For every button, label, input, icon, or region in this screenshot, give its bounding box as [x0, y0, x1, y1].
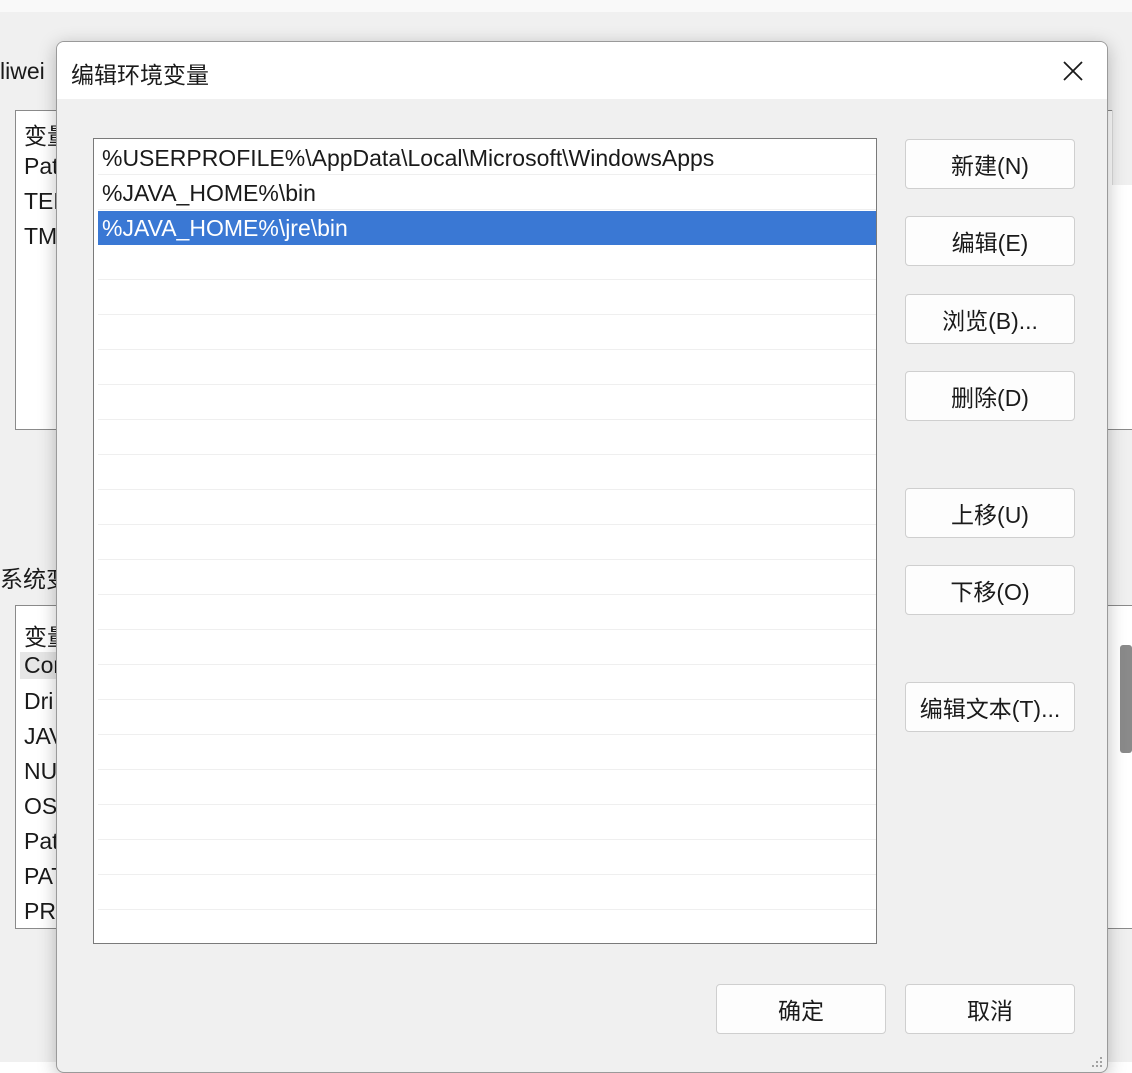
edit-env-variable-dialog: 编辑环境变量 %USERPROFILE%\AppData\Local\Micro…: [56, 41, 1108, 1073]
empty-row[interactable]: [98, 561, 876, 595]
path-list-item-selected[interactable]: %JAVA_HOME%\jre\bin: [98, 211, 876, 245]
new-button[interactable]: 新建(N): [905, 139, 1075, 189]
empty-row[interactable]: [98, 596, 876, 630]
empty-row[interactable]: [98, 876, 876, 910]
list-item[interactable]: Pat: [24, 153, 59, 180]
empty-row[interactable]: [98, 421, 876, 455]
empty-row[interactable]: [98, 911, 876, 943]
empty-row[interactable]: [98, 841, 876, 875]
move-down-button[interactable]: 下移(O): [905, 565, 1075, 615]
edit-button[interactable]: 编辑(E): [905, 216, 1075, 266]
list-item[interactable]: Pat: [24, 828, 59, 855]
sys-list-scrollbar-thumb[interactable]: [1120, 645, 1132, 753]
user-list-scrollbar[interactable]: [1112, 110, 1132, 185]
browse-button[interactable]: 浏览(B)...: [905, 294, 1075, 344]
empty-row[interactable]: [98, 351, 876, 385]
empty-row[interactable]: [98, 281, 876, 315]
empty-row[interactable]: [98, 526, 876, 560]
ok-button[interactable]: 确定: [716, 984, 886, 1034]
empty-row[interactable]: [98, 631, 876, 665]
list-item[interactable]: Dri: [24, 688, 53, 715]
cancel-button[interactable]: 取消: [905, 984, 1075, 1034]
path-list-item[interactable]: %USERPROFILE%\AppData\Local\Microsoft\Wi…: [98, 141, 876, 175]
dialog-title: 编辑环境变量: [71, 62, 209, 88]
empty-row[interactable]: [98, 666, 876, 700]
close-icon: [1063, 61, 1083, 81]
resize-grip-icon[interactable]: [1089, 1054, 1103, 1068]
path-list-item[interactable]: %JAVA_HOME%\bin: [98, 176, 876, 210]
close-button[interactable]: [1047, 48, 1099, 94]
empty-row[interactable]: [98, 246, 876, 280]
move-up-button[interactable]: 上移(U): [905, 488, 1075, 538]
dialog-titlebar[interactable]: 编辑环境变量: [57, 42, 1107, 99]
empty-row[interactable]: [98, 491, 876, 525]
user-variables-label: liwei: [0, 58, 45, 84]
empty-row[interactable]: [98, 771, 876, 805]
empty-row[interactable]: [98, 736, 876, 770]
list-item[interactable]: NU: [24, 758, 57, 785]
empty-row[interactable]: [98, 316, 876, 350]
empty-row[interactable]: [98, 456, 876, 490]
parent-top-strip: [0, 0, 1132, 12]
edit-text-button[interactable]: 编辑文本(T)...: [905, 682, 1075, 732]
empty-row[interactable]: [98, 386, 876, 420]
delete-button[interactable]: 删除(D): [905, 371, 1075, 421]
empty-row[interactable]: [98, 806, 876, 840]
empty-row[interactable]: [98, 701, 876, 735]
path-list[interactable]: %USERPROFILE%\AppData\Local\Microsoft\Wi…: [93, 138, 877, 944]
list-item[interactable]: OS: [24, 793, 57, 820]
list-item[interactable]: TM: [24, 223, 57, 250]
